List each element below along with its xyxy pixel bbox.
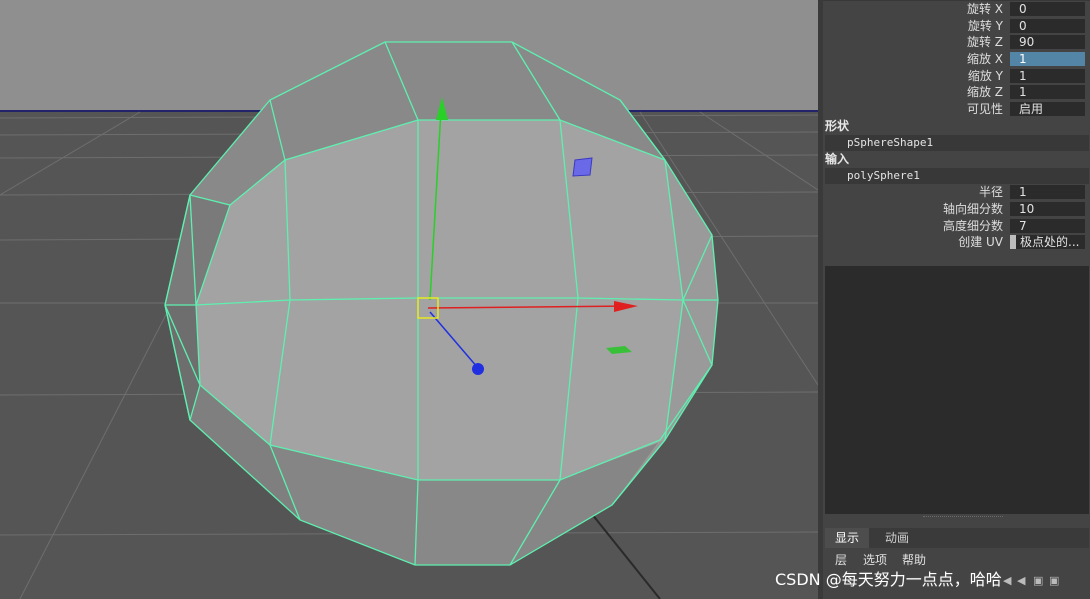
tab-display[interactable]: 显示 [825,528,870,548]
attr-row-scale-y[interactable]: 缩放 Y 1 [823,68,1090,84]
z-axis-cone-icon[interactable] [472,363,484,375]
viewport-scene[interactable] [0,0,818,599]
inputs-section-header[interactable]: 输入 [825,151,849,167]
attr-row-scale-z[interactable]: 缩放 Z 1 [823,84,1090,100]
attr-value-field[interactable]: 1 [1010,185,1085,199]
attr-row-rotate-x[interactable]: 旋转 X 0 [823,1,1090,17]
attr-label: 旋转 Z [966,35,1003,49]
xy-plane-handle[interactable] [572,157,593,177]
attr-label: 缩放 Z [966,85,1003,99]
attr-row-subdivisions-height[interactable]: 高度细分数 7 [823,218,1090,234]
attr-label: 半径 [978,185,1003,199]
attr-label: 可见性 [966,102,1003,116]
move-layer-down-icon[interactable]: ◀ [1017,575,1029,587]
attr-row-create-uvs[interactable]: 创建 UV 极点处的... [823,234,1090,250]
attr-label: 缩放 X [966,52,1003,66]
attr-label: 轴向细分数 [942,202,1003,216]
attr-value-field[interactable]: 7 [1010,219,1085,233]
attr-value-field[interactable]: 0 [1010,19,1085,33]
tab-animation[interactable]: 动画 [875,528,919,548]
layer-editor-tabs: 显示 动画 [825,528,1089,548]
attr-row-visibility[interactable]: 可见性 启用 [823,101,1090,117]
panel-splitter-handle[interactable] [923,516,1003,519]
channel-box: 旋转 X 0 旋转 Y 0 旋转 Z 90 缩放 X 1 缩放 Y 1 缩放 Z… [823,0,1090,599]
csdn-watermark: CSDN @每天努力一点点，哈哈 [775,570,1002,589]
attr-value-field[interactable]: 0 [1010,2,1085,16]
attr-value-field[interactable]: 1 [1010,69,1085,83]
new-layer-selected-icon[interactable]: ▣ [1049,575,1061,587]
attr-label: 高度细分数 [942,219,1003,233]
attr-label: 旋转 Y [967,19,1003,33]
new-layer-icon[interactable]: ▣ [1033,575,1045,587]
attr-label: 缩放 Y [967,69,1003,83]
attr-value-field[interactable]: 启用 [1010,102,1085,116]
attr-row-radius[interactable]: 半径 1 [823,184,1090,200]
input-node-name[interactable]: polySphere1 [825,168,1089,184]
channel-box-empty-area [825,266,1089,514]
attr-row-rotate-z[interactable]: 旋转 Z 90 [823,34,1090,50]
attr-label: 创建 UV [958,235,1003,249]
3d-viewport[interactable] [0,0,818,599]
attr-value-field[interactable]: 1 [1010,85,1085,99]
attr-value-field[interactable]: 90 [1010,35,1085,49]
attr-value-dropdown[interactable]: 极点处的... [1010,235,1085,249]
shapes-section-header[interactable]: 形状 [825,118,849,134]
attr-row-rotate-y[interactable]: 旋转 Y 0 [823,18,1090,34]
attr-value-field-selected[interactable]: 1 [1010,52,1085,66]
attr-value-field[interactable]: 10 [1010,202,1085,216]
attr-label: 旋转 X [966,2,1003,16]
shape-node-name[interactable]: pSphereShape1 [825,135,1089,151]
move-layer-up-icon[interactable]: ◀ [1003,575,1015,587]
attr-row-subdivisions-axis[interactable]: 轴向细分数 10 [823,201,1090,217]
attr-row-scale-x[interactable]: 缩放 X 1 [823,51,1090,67]
